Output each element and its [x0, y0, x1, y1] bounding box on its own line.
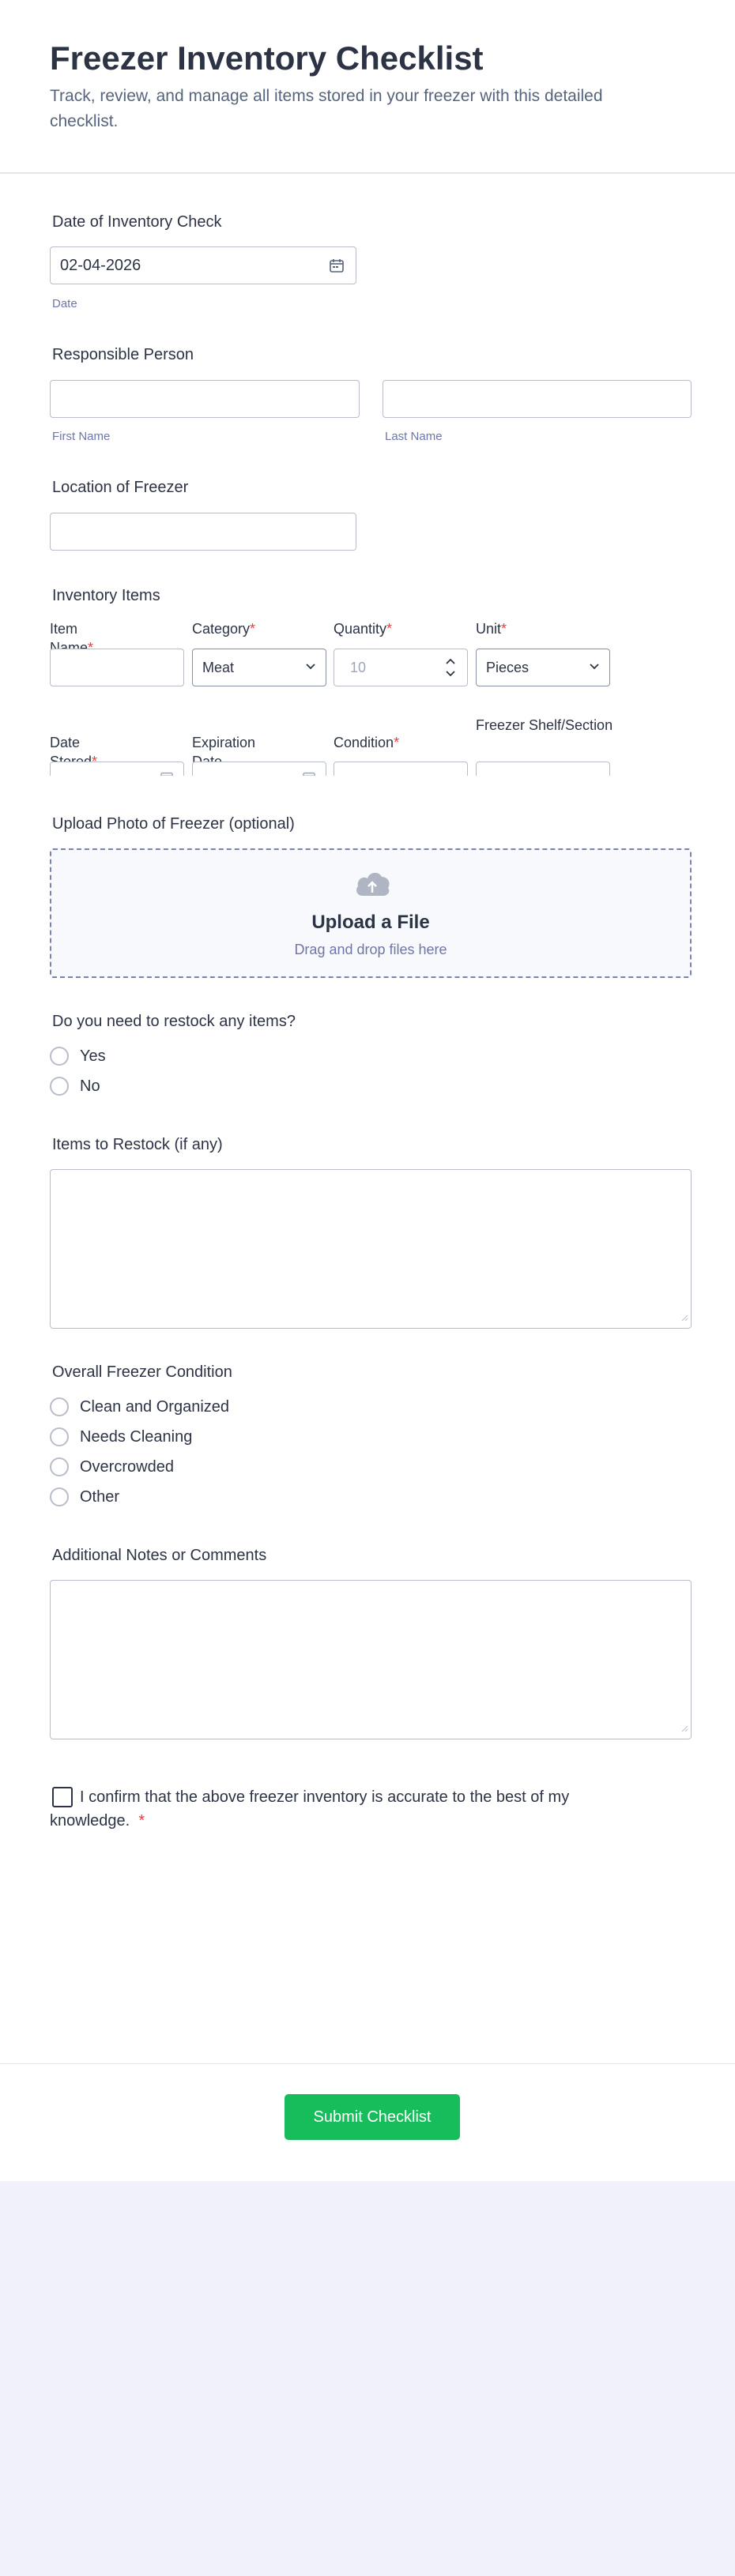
restock-label: Do you need to restock any items?	[52, 1013, 296, 1030]
upload-subtitle: Drag and drop files here	[294, 942, 447, 957]
unit-select[interactable]: Pieces	[476, 649, 610, 686]
radio-label: No	[80, 1077, 100, 1095]
col-quantity: Quantity*	[334, 621, 393, 637]
radio-label: Other	[80, 1488, 120, 1506]
restock-items-label: Items to Restock (if any)	[52, 1136, 223, 1153]
first-name-input[interactable]	[50, 380, 360, 418]
location-label: Location of Freezer	[52, 479, 189, 496]
inventory-row2-clip	[0, 760, 735, 776]
item-name-input[interactable]	[50, 649, 184, 686]
form-header: Freezer Inventory Checklist Track, revie…	[0, 0, 735, 174]
location-input[interactable]	[50, 513, 356, 551]
radio-label: Yes	[80, 1047, 106, 1065]
page-subtitle: Track, review, and manage all items stor…	[50, 87, 603, 130]
radio-button[interactable]	[50, 1487, 69, 1506]
condition-label: Overall Freezer Condition	[52, 1363, 232, 1381]
radio-button[interactable]	[50, 1457, 69, 1476]
form-card: Freezer Inventory Checklist Track, revie…	[0, 0, 735, 2181]
radio-label: Needs Cleaning	[80, 1428, 193, 1446]
date-check-label: Date of Inventory Check	[52, 213, 222, 231]
restock-items-textarea[interactable]	[50, 1169, 692, 1329]
calendar-icon[interactable]	[160, 770, 174, 776]
required-mark: *	[501, 621, 507, 637]
col-category: Category*	[192, 621, 256, 637]
radio-button[interactable]	[50, 1047, 69, 1066]
notes-textarea[interactable]	[50, 1580, 692, 1739]
condition-select[interactable]	[334, 762, 468, 776]
required-mark: *	[250, 621, 256, 637]
expiration-date-input[interactable]	[192, 762, 326, 776]
stepper-up-icon[interactable]	[445, 657, 456, 665]
last-name-sublabel: Last Name	[385, 430, 443, 443]
stepper-down-icon[interactable]	[445, 670, 456, 678]
chevron-down-icon	[305, 663, 316, 671]
required-mark: *	[138, 1812, 145, 1830]
calendar-icon[interactable]	[302, 770, 316, 776]
date-stored-input[interactable]	[50, 762, 184, 776]
quantity-stepper[interactable]: 10	[334, 649, 468, 686]
chevron-down-icon	[589, 663, 600, 671]
required-mark: *	[386, 621, 393, 637]
upload-dropzone[interactable]: Upload a File Drag and drop files here	[50, 848, 692, 978]
calendar-icon[interactable]	[329, 258, 345, 273]
page-title: Freezer Inventory Checklist	[50, 39, 484, 77]
radio-label: Overcrowded	[80, 1458, 174, 1476]
radio-button[interactable]	[50, 1077, 69, 1096]
date-check-value: 02-04-2026	[60, 257, 141, 274]
radio-button[interactable]	[50, 1427, 69, 1446]
confirm-label: I confirm that the above freezer invento…	[50, 1788, 570, 1830]
quantity-placeholder: 10	[350, 660, 367, 675]
col-unit: Unit*	[476, 621, 507, 637]
upload-label: Upload Photo of Freezer (optional)	[52, 815, 295, 833]
first-name-sublabel: First Name	[52, 430, 111, 443]
category-select[interactable]: Meat	[192, 649, 326, 686]
resize-grip-icon[interactable]	[680, 1722, 688, 1736]
notes-label: Additional Notes or Comments	[52, 1547, 267, 1564]
submit-button[interactable]: Submit Checklist	[285, 2094, 460, 2140]
date-check-sublabel: Date	[52, 297, 77, 310]
inventory-label: Inventory Items	[52, 587, 160, 604]
upload-title: Upload a File	[311, 912, 430, 933]
form-footer: Submit Checklist	[0, 2063, 735, 2181]
responsible-label: Responsible Person	[52, 346, 194, 363]
radio-label: Clean and Organized	[80, 1398, 230, 1416]
resize-grip-icon[interactable]	[680, 1311, 688, 1326]
required-mark: *	[394, 735, 400, 750]
date-check-input[interactable]: 02-04-2026	[50, 246, 356, 284]
cloud-upload-icon	[353, 869, 391, 899]
last-name-input[interactable]	[383, 380, 692, 418]
freezer-shelf-input[interactable]	[476, 762, 610, 776]
category-value: Meat	[202, 660, 235, 675]
col-freezer-shelf: Freezer Shelf/Section	[476, 717, 613, 733]
radio-button[interactable]	[50, 1397, 69, 1416]
col-condition: Condition*	[334, 735, 400, 750]
unit-value: Pieces	[486, 660, 530, 675]
